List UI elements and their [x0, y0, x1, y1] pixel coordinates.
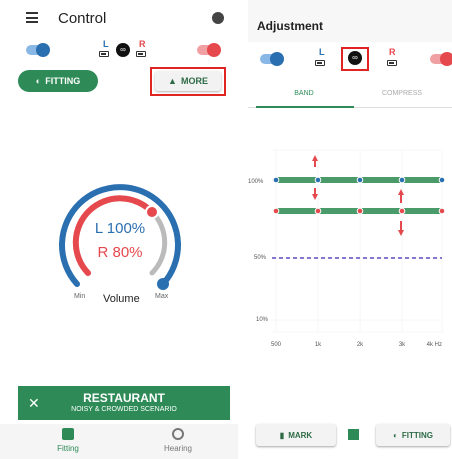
more-button[interactable]: ▲ MORE: [155, 71, 221, 91]
volume-max-label: Max: [155, 293, 169, 300]
left-band-point[interactable]: [398, 176, 406, 184]
fitting-nav-icon: [62, 428, 74, 440]
right-battery-icon: [387, 60, 397, 66]
scenario-banner[interactable]: ✕ RESTAURANT NOISY & CROWDED SCENARIO: [18, 386, 230, 420]
left-ear-label: L: [103, 39, 109, 49]
x-tick-label: 4k Hz: [427, 342, 442, 348]
left-volume-handle[interactable]: [157, 278, 169, 290]
x-tick-label: 2k: [357, 342, 364, 348]
band-chart[interactable]: 100% 50% 10% 500 1k 2k 3k 4k Hz: [248, 140, 452, 352]
page-title: Adjustment: [257, 19, 323, 33]
tab-bar: BAND COMPRESS: [248, 82, 452, 108]
fitting-button[interactable]: ◐ FITTING: [18, 70, 98, 92]
right-ear-label: R: [389, 47, 396, 57]
scenario-title: RESTAURANT: [83, 391, 165, 405]
hearing-nav-icon: [172, 428, 184, 440]
volume-dial[interactable]: L 100% R 80%: [55, 172, 185, 302]
right-battery-icon: [136, 51, 146, 57]
adjust-arrows: [312, 155, 404, 236]
adjustment-screen: Adjustment L ∞ R BAND COMPRESS 100% 50% …: [248, 0, 452, 459]
x-tick-label: 500: [271, 342, 282, 348]
page-title: Control: [58, 10, 107, 27]
adjustment-header: Adjustment: [248, 0, 452, 42]
x-tick-label: 1k: [315, 342, 322, 348]
settings-icon[interactable]: [212, 12, 224, 24]
fitting-icon: ◐: [393, 430, 398, 440]
volume-label: Volume: [103, 293, 140, 305]
bottom-nav: Fitting Hearing: [0, 424, 238, 459]
y-tick-100: 100%: [248, 179, 264, 185]
y-tick-10: 10%: [256, 317, 269, 323]
up-arrow-1k: [312, 155, 318, 167]
headphones-icon: ▲: [168, 76, 177, 86]
nav-hearing[interactable]: Hearing: [138, 428, 218, 453]
tab-band[interactable]: BAND: [254, 90, 354, 97]
menu-icon[interactable]: [26, 12, 38, 23]
right-volume-value: R 80%: [97, 244, 143, 261]
left-band-point[interactable]: [438, 176, 446, 184]
right-band-point[interactable]: [356, 207, 364, 215]
fitting-button[interactable]: ◐ FITTING: [376, 424, 450, 446]
left-volume-value: L 100%: [94, 220, 146, 237]
left-band-point[interactable]: [272, 176, 280, 184]
right-ear-toggle[interactable]: [430, 52, 452, 66]
left-battery-icon: [99, 51, 109, 57]
y-tick-50: 50%: [254, 255, 267, 261]
mark-button[interactable]: ▮ MARK: [256, 424, 336, 446]
down-arrow-3k: [398, 221, 404, 236]
scenario-subtitle: NOISY & CROWDED SCENARIO: [71, 406, 177, 413]
right-ear-label: R: [139, 39, 146, 49]
left-ear-label: L: [319, 47, 325, 57]
left-band-point[interactable]: [314, 176, 322, 184]
notebook-icon[interactable]: [348, 429, 359, 440]
tab-compress[interactable]: COMPRESS: [352, 90, 452, 97]
left-ear-toggle[interactable]: [26, 43, 50, 57]
left-ear-toggle[interactable]: [260, 52, 284, 66]
link-icon[interactable]: ∞: [116, 43, 130, 57]
right-volume-handle[interactable]: [145, 205, 159, 219]
right-band-point[interactable]: [438, 207, 446, 215]
link-icon[interactable]: ∞: [348, 51, 362, 65]
active-tab-indicator: [256, 106, 354, 108]
left-band-point[interactable]: [356, 176, 364, 184]
left-battery-icon: [315, 60, 325, 66]
down-arrow-1k: [312, 188, 318, 200]
right-band-point[interactable]: [272, 207, 280, 215]
right-band-point[interactable]: [398, 207, 406, 215]
right-ear-toggle[interactable]: [197, 43, 221, 57]
bookmark-icon: ▮: [279, 430, 285, 440]
up-arrow-3k: [398, 189, 404, 203]
right-band-point[interactable]: [314, 207, 322, 215]
nav-fitting[interactable]: Fitting: [28, 428, 108, 453]
x-tick-label: 3k: [399, 342, 406, 348]
fitting-icon: ◐: [35, 76, 42, 86]
control-header: Control: [0, 0, 238, 36]
volume-min-label: Min: [74, 293, 86, 300]
control-screen: Control L ∞ R ◐ FITTING ▲ MORE L 100% R …: [0, 0, 238, 459]
